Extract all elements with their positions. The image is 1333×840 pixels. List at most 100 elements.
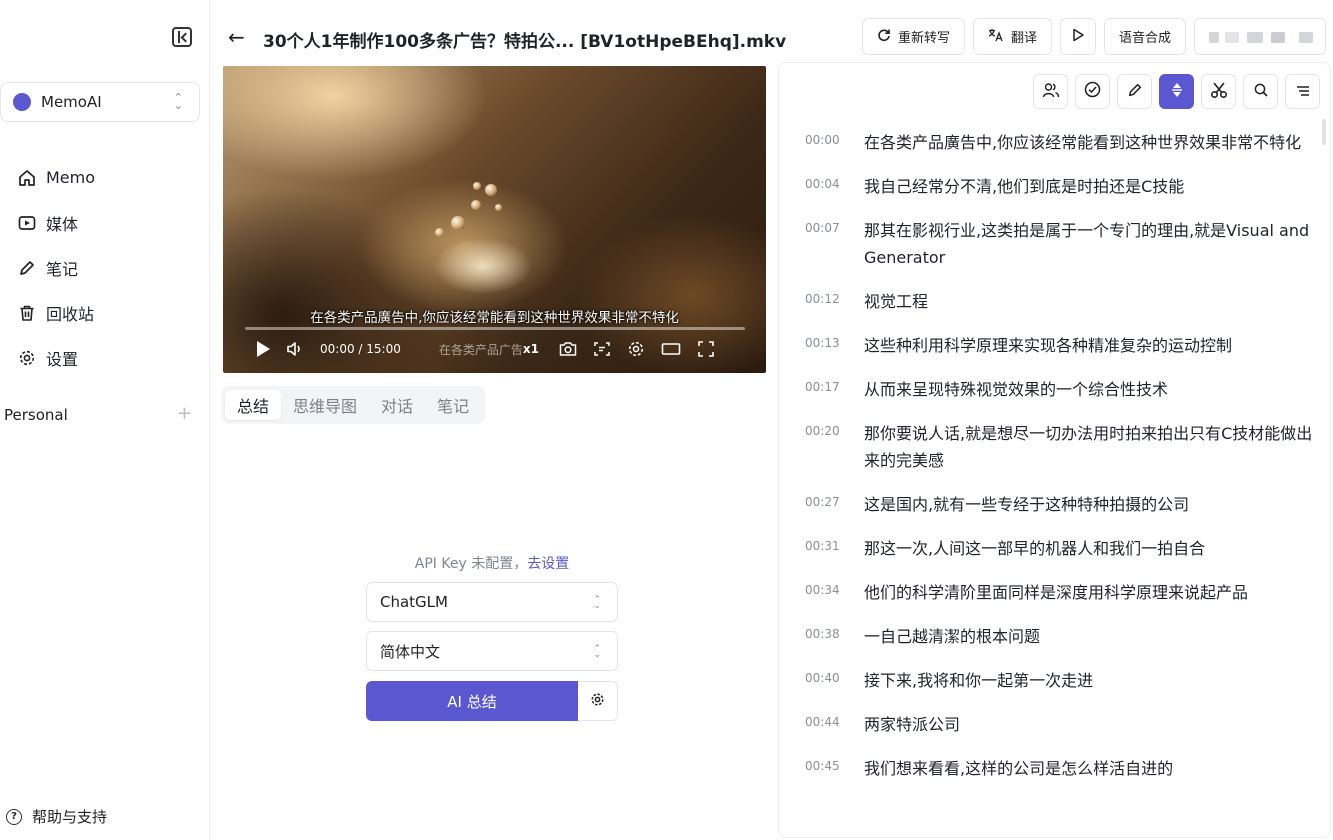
- sidebar-item-label: 设置: [46, 349, 79, 369]
- transcript-segment[interactable]: 00:00 在各类产品廣告中,你应该经常能看到这种世界效果非常不特化: [805, 129, 1315, 156]
- transcript-segment[interactable]: 00:13 这些种利用科学原理来实现各种精准复杂的运动控制: [805, 332, 1315, 359]
- menu-button[interactable]: [1285, 74, 1320, 109]
- segment-timestamp[interactable]: 00:38: [805, 623, 864, 641]
- gear-icon: [18, 349, 36, 367]
- cut-button[interactable]: [1201, 74, 1236, 109]
- transcript-segment[interactable]: 00:17 从而来呈现特殊视觉效果的一个综合性技术: [805, 376, 1315, 403]
- sidebar-item-label: 笔记: [46, 259, 79, 279]
- api-key-settings-link[interactable]: 去设置: [527, 556, 569, 572]
- sidebar-item-trash[interactable]: 回收站: [18, 290, 95, 335]
- back-arrow-icon[interactable]: ←: [228, 25, 245, 49]
- transcript-segment[interactable]: 00:20 那你要说人话,就是想尽一切办法用时拍来拍出只有C技材能做出来的完美感: [805, 420, 1315, 474]
- screenshot-icon[interactable]: [559, 341, 577, 357]
- play-button[interactable]: [257, 341, 270, 357]
- video-frame-detail: [435, 228, 444, 237]
- segment-timestamp[interactable]: 00:34: [805, 579, 864, 597]
- ai-summary-settings-button[interactable]: [578, 681, 618, 721]
- fullscreen-icon[interactable]: [697, 340, 715, 358]
- video-settings-icon[interactable]: [627, 340, 645, 358]
- tab-chat[interactable]: 对话: [369, 390, 425, 420]
- gear-icon: [590, 692, 605, 711]
- redacted-user-chip[interactable]: [1194, 18, 1327, 55]
- workspace-switcher[interactable]: MemoAI ⌃ ⌄: [0, 82, 200, 122]
- language-select[interactable]: 简体中文 ⌃ ⌄: [366, 631, 618, 671]
- transcript-segment[interactable]: 00:38 一自己越清潔的根本问题: [805, 623, 1315, 650]
- play-icon: [1071, 28, 1085, 46]
- speakers-button[interactable]: [1033, 74, 1068, 109]
- video-progress-bar[interactable]: [245, 327, 745, 330]
- refresh-icon: [877, 28, 891, 46]
- play-preview-button[interactable]: [1060, 18, 1097, 55]
- sidebar-item-notes[interactable]: 笔记: [18, 245, 95, 290]
- transcript-segment[interactable]: 00:44 两家特派公司: [805, 711, 1315, 738]
- chevron-updown-icon: ⌃ ⌄: [593, 644, 601, 660]
- segment-text: 接下来,我将和你一起第一次走进: [864, 671, 1094, 690]
- segment-timestamp[interactable]: 00:17: [805, 376, 864, 394]
- tts-button[interactable]: 语音合成: [1104, 18, 1187, 55]
- retranscribe-label: 重新转写: [898, 31, 951, 46]
- tab-notes[interactable]: 笔记: [425, 390, 481, 420]
- transcript-segment[interactable]: 00:04 我自己经常分不清,他们到底是时拍还是C技能: [805, 173, 1315, 200]
- transcript-segment[interactable]: 00:40 接下来,我将和你一起第一次走进: [805, 667, 1315, 694]
- segment-timestamp[interactable]: 00:40: [805, 667, 864, 685]
- segment-timestamp[interactable]: 00:27: [805, 491, 864, 509]
- transcript-segment[interactable]: 00:45 我们想来看看,这样的公司是怎么样活自进的: [805, 755, 1315, 782]
- transcript-segment[interactable]: 00:07 那其在影视行业,这类拍是属于一个专门的理由,就是Visual and …: [805, 217, 1315, 271]
- help-support-link[interactable]: ? 帮助与支持: [6, 806, 107, 827]
- proofread-button[interactable]: [1075, 74, 1110, 109]
- language-select-value: 简体中文: [380, 642, 441, 661]
- translate-button[interactable]: 翻译: [973, 18, 1053, 55]
- segment-timestamp[interactable]: 00:00: [805, 129, 864, 147]
- pencil-icon: [1127, 82, 1143, 102]
- segment-timestamp[interactable]: 00:20: [805, 420, 864, 438]
- transcript-segment[interactable]: 00:12 视觉工程: [805, 288, 1315, 315]
- transcript-segment[interactable]: 00:27 这是国内,就有一些专经于这种特种拍摄的公司: [805, 491, 1315, 518]
- playback-speed[interactable]: x1: [523, 342, 539, 356]
- sidebar-item-memo[interactable]: Memo: [18, 155, 95, 200]
- scrollbar[interactable]: [1322, 119, 1326, 145]
- segment-text: 在各类产品廣告中,你应该经常能看到这种世界效果非常不特化: [864, 133, 1302, 152]
- video-frame-detail: [451, 216, 465, 230]
- search-button[interactable]: [1243, 74, 1278, 109]
- follow-icon: [1170, 82, 1184, 102]
- add-icon[interactable]: +: [177, 405, 192, 424]
- segment-timestamp[interactable]: 00:12: [805, 288, 864, 306]
- segment-timestamp[interactable]: 00:04: [805, 173, 864, 191]
- video-subtitle: 在各类产品廣告中,你应该经常能看到这种世界效果非常不特化: [310, 310, 679, 326]
- sidebar-item-label: 媒体: [46, 214, 79, 234]
- ai-summary-label: AI 总结: [447, 692, 497, 711]
- subtitle-capture-icon[interactable]: [593, 341, 611, 357]
- transcript-segment[interactable]: 00:34 他们的科学清阶里面同样是深度用科学原理来说起产品: [805, 579, 1315, 606]
- segment-text: 视觉工程: [864, 292, 929, 311]
- retranscribe-button[interactable]: 重新转写: [862, 18, 966, 55]
- video-frame-detail: [473, 182, 481, 190]
- transcript-segment[interactable]: 00:31 那这一次,人间这一部早的机器人和我们一拍自合: [805, 535, 1315, 562]
- segment-timestamp[interactable]: 00:44: [805, 711, 864, 729]
- sidebar-collapse-icon[interactable]: [172, 27, 192, 47]
- edit-button[interactable]: [1117, 74, 1152, 109]
- segment-timestamp[interactable]: 00:45: [805, 755, 864, 773]
- model-select[interactable]: ChatGLM ⌃ ⌄: [366, 582, 618, 622]
- transcript-panel: 00:00 在各类产品廣告中,你应该经常能看到这种世界效果非常不特化 00:04 我自…: [778, 62, 1331, 838]
- sidebar-item-media[interactable]: 媒体: [18, 200, 95, 245]
- transcript-list: 00:00 在各类产品廣告中,你应该经常能看到这种世界效果非常不特化 00:04 我自…: [805, 129, 1315, 799]
- content-tabs: 总结 思维导图 对话 笔记: [221, 386, 486, 424]
- sidebar-item-label: Memo: [46, 168, 96, 187]
- sidebar: MemoAI ⌃ ⌄ Memo 媒体 笔记 回收站 设置 Personal + …: [0, 0, 210, 840]
- transcript-toolbar: [1033, 74, 1320, 109]
- sidebar-item-settings[interactable]: 设置: [18, 335, 95, 380]
- tab-mindmap[interactable]: 思维导图: [281, 390, 369, 420]
- segment-timestamp[interactable]: 00:31: [805, 535, 864, 553]
- segment-text: 一自己越清潔的根本问题: [864, 627, 1041, 646]
- sidebar-item-label: 回收站: [46, 304, 95, 324]
- follow-playback-button[interactable]: [1159, 74, 1194, 109]
- tab-summary[interactable]: 总结: [225, 390, 282, 420]
- ai-summary-button[interactable]: AI 总结: [366, 681, 578, 721]
- volume-icon[interactable]: [286, 341, 304, 357]
- segment-timestamp[interactable]: 00:13: [805, 332, 864, 350]
- segment-timestamp[interactable]: 00:07: [805, 217, 864, 235]
- video-player[interactable]: 在各类产品廣告中,你应该经常能看到这种世界效果非常不特化 00:00 / 15:…: [223, 66, 766, 373]
- api-key-hint: API Key 未配置，去设置: [366, 553, 618, 573]
- search-icon: [1253, 82, 1269, 102]
- theater-mode-icon[interactable]: [661, 341, 681, 357]
